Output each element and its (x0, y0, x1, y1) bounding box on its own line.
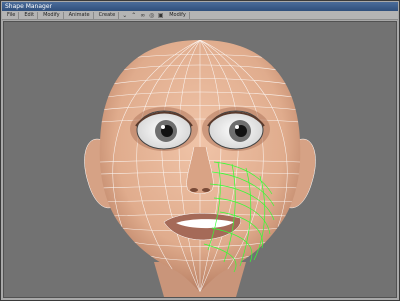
head-model[interactable] (4, 22, 396, 297)
chevron-up-icon[interactable]: ⌃ (130, 12, 137, 19)
left-nostril (190, 188, 198, 192)
left-eye-highlight (161, 125, 165, 129)
square-icon[interactable]: ▣ (157, 12, 164, 19)
menu-animate[interactable]: Animate (66, 11, 94, 19)
window-title: Shape Manager (2, 2, 398, 11)
right-nostril (202, 188, 210, 192)
shape-manager-window: Shape Manager File Edit Modify Animate C… (0, 0, 400, 301)
menu-edit[interactable]: Edit (21, 11, 39, 19)
menu-file[interactable]: File (4, 11, 20, 19)
link-icon[interactable]: ∞ (139, 12, 146, 19)
target-icon[interactable]: ◎ (148, 12, 155, 19)
right-eye-highlight (235, 125, 239, 129)
menu-modify[interactable]: Modify (40, 11, 64, 19)
menu-create[interactable]: Create (96, 11, 120, 19)
chevron-down-icon[interactable]: ⌄ (121, 12, 128, 19)
menu-bar: File Edit Modify Animate Create ⌄ ⌃ ∞ ◎ … (2, 11, 398, 20)
3d-viewport[interactable] (3, 21, 397, 298)
menu-modify-extra[interactable]: Modify (166, 11, 190, 19)
